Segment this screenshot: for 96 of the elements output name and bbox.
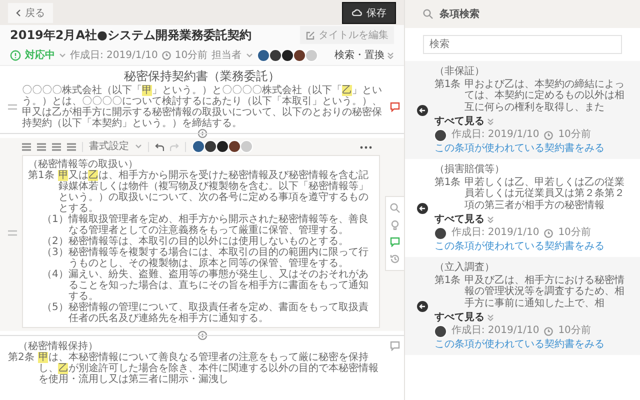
history-icon [390, 254, 400, 264]
clause-number: 第1条 [434, 274, 461, 288]
clause-number: 第2条 [8, 352, 34, 365]
updated-time: 10分前 [174, 49, 208, 62]
clause-number: 第1条 [434, 176, 461, 190]
chevron-down-icon [246, 52, 253, 58]
item-number: （3） [42, 247, 68, 260]
created-date: 作成日: 2019/1/10 [451, 227, 540, 239]
cloud-icon [352, 9, 362, 16]
save-button[interactable]: 保存 [342, 2, 396, 24]
clause-heading: （非保証） [434, 66, 486, 78]
clock-icon [544, 130, 554, 140]
avatar [434, 324, 448, 338]
drag-handle-icon [8, 104, 17, 110]
contract-title: 2019年2月A社●システム開発業務委託契約 [10, 26, 252, 44]
justify-icon [67, 142, 76, 150]
see-all-link[interactable]: すべて見る [434, 312, 484, 324]
drag-handle-icon [8, 230, 17, 236]
alert-circle-icon [10, 50, 21, 60]
document-title: 秘密保持契約書（業務委託） [123, 68, 282, 84]
item-text: 情報取扱管理者を定め、相手方から開示された秘密情報等を、善良なる管理者としての注意義務をもって厳重に保管、管理する。 [68, 214, 370, 236]
search-icon [390, 202, 400, 212]
clause-text: 甲又は乙は、相手方から開示を受けた秘密情報及び秘密情報を含む記録媒体若しくは物件（複写物及び複製物を含む。以下「秘密情報等」という。）の取扱いについて、次の各号に定める事項を遵守するものとする。 [58, 170, 370, 214]
avatar [434, 128, 448, 142]
avatar [434, 226, 448, 240]
item-text: 秘密情報等を複製する場合には、本取引の目的の範囲内に限って行うものとし、その複製物は、原本と同等の保管、管理をする。 [68, 247, 370, 269]
clause-number: 第1条 [434, 78, 461, 92]
item-text: 秘密情報等は、本取引の目的以外には使用しないものとする。 [68, 236, 350, 247]
format-dropdown[interactable]: 書式設定 [89, 141, 129, 152]
clause-result-card[interactable]: （立入調査） 第1条 甲及び乙は、相手方における秘密情報の管理状況等を調査するため、相手方に事前に通知した上で、相 すべて見る 作成日: 2019/1/10 10分前 この条項が使われている契約書をみる [405, 257, 640, 355]
updated-time: 10分前 [558, 325, 591, 337]
clause-number: 第1条 [28, 170, 54, 183]
edit-icon [306, 30, 316, 40]
avatar[interactable] [292, 48, 306, 62]
clause-text: 甲は、本秘密情報について善良なる管理者の注意をもって厳に秘密を保持し、乙が別途許可した場合を除き、本件に関連する以外の目的で本秘密情報を使用・流用し又は第三者に開示・漏洩し [38, 352, 380, 385]
created-date: 作成日: 2019/1/10 [451, 325, 540, 337]
used-contracts-link[interactable]: この条項が使われている契約書をみる [434, 240, 632, 252]
clause-result-card[interactable]: （非保証） 第1条 甲および乙は、本契約の締結によっては、本契約に定めるもの以外は相互に何らの権利を取得し、また すべて見る 作成日: 2019/1/10 10分前 この条項が使われている契約書をみる [405, 61, 640, 159]
panel-title: 条項検索 [439, 8, 480, 21]
clause-heading: （秘密情報等の取扱い） [28, 159, 138, 170]
align-right-icon [52, 142, 61, 150]
insert-arrow-icon [417, 300, 428, 312]
insert-arrow-icon [417, 202, 428, 214]
created-date: 作成日: 2019/1/10 [70, 48, 158, 62]
search-icon [423, 9, 434, 19]
avatar[interactable] [216, 140, 229, 153]
item-text: 秘密情報の管理について、取扱責任者を定め、書面をもって取扱責任者の氏名及び連絡先を相手方に通知する。 [68, 302, 370, 324]
back-button[interactable]: 戻る [8, 2, 53, 22]
clock-icon [544, 228, 554, 238]
double-chevron-icon [487, 314, 494, 322]
double-chevron-icon [487, 118, 494, 126]
chevron-left-icon [16, 8, 21, 16]
double-chevron-icon [487, 216, 494, 224]
avatar[interactable] [280, 48, 294, 62]
search-field[interactable]: 検索 [423, 35, 622, 54]
clause-heading: （立入調査） [434, 262, 496, 274]
bulb-icon [390, 220, 400, 230]
clock-icon [544, 326, 554, 336]
item-number: （2） [42, 236, 68, 247]
clause-text: 甲および乙は、本契約の締結によっては、本契約に定めるもの以外は相互に何らの権利を取得し、また [464, 78, 626, 113]
item-number: （5） [42, 302, 68, 315]
see-all-link[interactable]: すべて見る [434, 116, 484, 128]
clause-text: 甲若しくは乙、甲若しくは乙の従業員若しくは元従業員又は第２条第２項の第三者が相手方の秘密情報 [464, 176, 626, 211]
chevron-down-icon [59, 52, 66, 58]
clause-heading: （秘密情報保持） [18, 341, 98, 352]
item-text: 漏えい、紛失、盗難、盗用等の事態が発生し、又はそのおそれがあることを知った場合は、直ちにその旨を相手方に書面をもって通知する。 [68, 269, 370, 302]
avatar[interactable] [256, 48, 270, 62]
clause-editor[interactable] [22, 155, 380, 328]
double-chevron-icon [387, 52, 394, 58]
see-all-link[interactable]: すべて見る [434, 214, 484, 226]
undo-icon [155, 142, 164, 150]
avatar[interactable] [192, 140, 205, 153]
align-left-icon [22, 142, 31, 150]
comment-icon [390, 236, 400, 246]
plus-circle-icon [198, 331, 207, 340]
avatar[interactable] [204, 140, 217, 153]
search-replace-button[interactable]: 検索・置換 [334, 48, 384, 62]
updated-time: 10分前 [558, 129, 591, 141]
align-center-icon [37, 142, 46, 150]
preamble-paragraph: 〇〇〇〇株式会社（以下「甲」という。）と〇〇〇〇株式会社（以下「乙」という。）とは、〇〇〇〇について検討するにあたり（以下「本取引」という。）、甲又は乙が相手方に開示する秘密情報の取扱いについて、以下のとおりの秘密保持契約（以下「本契約」という。）を締結する。 [22, 85, 383, 129]
item-number: （4） [42, 269, 68, 282]
insert-arrow-icon [417, 104, 428, 116]
updated-time: 10分前 [558, 227, 591, 239]
clause-result-card[interactable]: （損害賠償等） 第1条 甲若しくは乙、甲若しくは乙の従業員若しくは元従業員又は第２条第２項の第三者が相手方の秘密情報 すべて見る 作成日: 2019/1/10 10分前 この条項が使われている契約書をみる [405, 159, 640, 257]
clause-heading: （損害賠償等） [434, 164, 506, 176]
created-date: 作成日: 2019/1/10 [451, 129, 540, 141]
avatar[interactable] [228, 140, 241, 153]
chevron-down-icon [135, 144, 142, 149]
comment-icon [390, 341, 400, 351]
avatar[interactable] [268, 48, 282, 62]
item-number: （1） [42, 214, 68, 227]
clause-text: 甲及び乙は、相手方における秘密情報の管理状況等を調査するため、相手方に事前に通知した上で、相 [464, 274, 626, 309]
redo-icon [170, 142, 179, 150]
clock-icon [162, 50, 171, 60]
comment-icon [390, 102, 400, 112]
more-icon [360, 146, 372, 149]
